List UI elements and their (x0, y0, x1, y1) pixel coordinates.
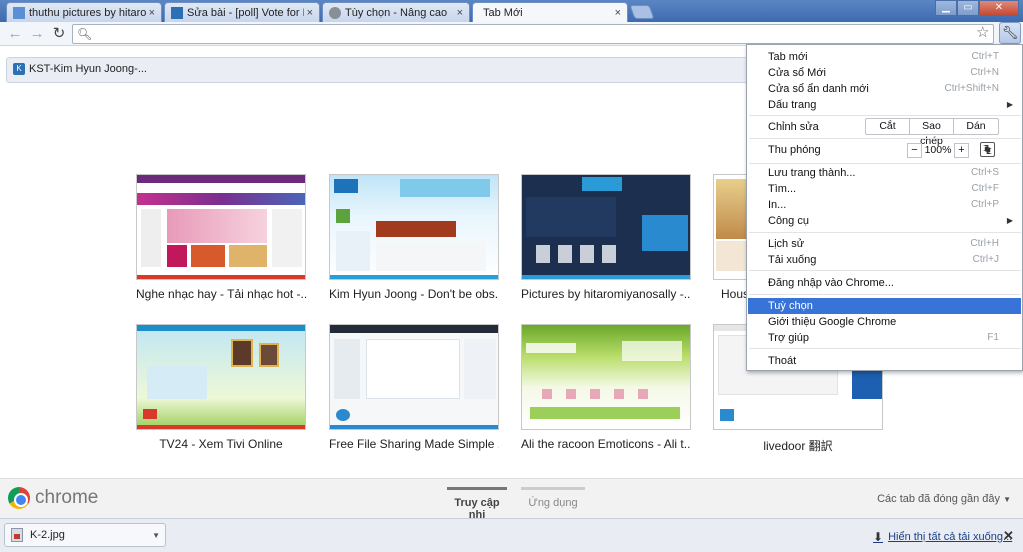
close-icon[interactable]: ✕ (1003, 528, 1014, 544)
copy-button[interactable]: Sao chép (910, 119, 954, 147)
tab-new-tab[interactable]: Tab Mới × (472, 2, 628, 22)
thumbnail-image (136, 324, 306, 430)
thumbnail-image (521, 324, 691, 430)
image-file-icon (11, 528, 23, 542)
menu-item-save-page[interactable]: Lưu trang thành... Ctrl+S (748, 165, 1021, 181)
zoom-out-button[interactable]: − (907, 142, 922, 158)
close-tab-icon[interactable]: × (149, 7, 155, 19)
maximize-icon[interactable]: ▭ (957, 0, 979, 16)
most-visited-tile[interactable]: Ali the racoon Emoticons - Ali t... (521, 324, 691, 451)
menu-item-tools[interactable]: Công cụ ▶ (748, 213, 1021, 229)
menu-separator (749, 232, 1021, 233)
edit-button-group: Cắt Sao chép Dán (865, 118, 999, 147)
recently-closed-menu[interactable]: Các tab đã đóng gần đây ▼ (877, 493, 1011, 505)
download-item[interactable]: K-2.jpg ▼ (4, 523, 166, 547)
tab-settings-advanced[interactable]: Tùy chọn - Nâng cao × (322, 2, 470, 22)
menu-item-downloads[interactable]: Tải xuống Ctrl+J (748, 252, 1021, 268)
tab-strip: thuthu pictures by hitaromiyanosally × S… (0, 0, 1023, 22)
menu-item-help[interactable]: Trợ giúp F1 (748, 330, 1021, 346)
menu-item-history[interactable]: Lịch sử Ctrl+H (748, 236, 1021, 252)
thumbnail-image (329, 174, 499, 280)
most-visited-tile[interactable]: Pictures by hitaromiyanosally -... (521, 174, 691, 301)
unselected-indicator (521, 487, 585, 490)
photobucket-favicon-icon (13, 6, 25, 19)
menu-item-new-window[interactable]: Cửa sổ Mới Ctrl+N (748, 65, 1021, 81)
thumbnail-image (329, 324, 499, 430)
menu-separator (749, 294, 1021, 295)
menu-item-new-tab[interactable]: Tab mới Ctrl+T (748, 49, 1021, 65)
menu-item-exit[interactable]: Thoát (748, 353, 1021, 369)
most-visited-tile[interactable]: Free File Sharing Made Simple ... (329, 324, 499, 451)
menu-separator (749, 163, 1021, 164)
menu-item-bookmarks[interactable]: Dấu trang ▶ (748, 97, 1021, 113)
omnibox[interactable]: 🔍︎ (72, 24, 994, 44)
window-controls: ▁ ▭ ✕ (935, 0, 1019, 16)
address-input[interactable] (73, 25, 993, 43)
zoom-controls: − 100% + (907, 142, 969, 158)
wrench-menu: Tab mới Ctrl+T Cửa sổ Mới Ctrl+N Cửa sổ … (746, 44, 1023, 371)
show-all-downloads-link[interactable]: ⬇ Hiển thị tất cả tải xuống... (873, 530, 1012, 544)
close-tab-icon[interactable]: × (307, 7, 313, 19)
chrome-logo: chrome (8, 487, 98, 509)
chevron-down-icon[interactable]: ▼ (152, 531, 160, 540)
chevron-down-icon: ▼ (1003, 495, 1011, 504)
menu-item-sign-in[interactable]: Đăng nhập vào Chrome... (748, 275, 1021, 291)
tab-thuthu-pictures[interactable]: thuthu pictures by hitaromiyanosally × (6, 2, 162, 22)
forward-arrow-icon[interactable]: → (28, 25, 46, 43)
wrench-favicon-icon (329, 6, 341, 19)
most-visited-tile[interactable]: TV24 - Xem Tivi Online (136, 324, 306, 451)
new-tab-footer: chrome Truy cập nhi Ứng dụng Các tab đã … (0, 478, 1023, 521)
selected-indicator (447, 487, 507, 490)
most-visited-tile[interactable]: Nghe nhạc hay - Tải nhạc hot -... (136, 174, 306, 301)
menu-item-find[interactable]: Tìm... Ctrl+F (748, 181, 1021, 197)
minimize-icon[interactable]: ▁ (935, 0, 957, 16)
download-arrow-icon: ⬇ (873, 530, 884, 544)
reload-icon[interactable]: ↻ (50, 25, 68, 43)
menu-item-print[interactable]: In... Ctrl+P (748, 197, 1021, 213)
search-icon: 🔍︎ (77, 27, 93, 41)
tab-edit-post[interactable]: Sửa bài - [poll] Vote for Kim Hyun Joong… (164, 2, 320, 22)
menu-item-about[interactable]: Giới thiệu Google Chrome (748, 314, 1021, 330)
fullscreen-icon[interactable] (980, 142, 995, 157)
menu-item-incognito[interactable]: Cửa sổ ẩn danh mới Ctrl+Shift+N (748, 81, 1021, 97)
bookmark-item[interactable]: K KST-Kim Hyun Joong-... (13, 63, 147, 75)
back-arrow-icon[interactable]: ← (6, 25, 24, 43)
close-window-icon[interactable]: ✕ (979, 0, 1019, 16)
most-visited-tile[interactable]: Kim Hyun Joong - Don't be obs... (329, 174, 499, 301)
thumbnail-image (136, 174, 306, 280)
new-tab-button[interactable] (629, 5, 655, 19)
thumbnail-image (713, 174, 747, 280)
submenu-arrow-icon: ▶ (1006, 100, 1013, 109)
paste-button[interactable]: Dán (954, 119, 998, 134)
tab-apps[interactable]: Ứng dụng (521, 487, 585, 509)
zoom-in-button[interactable]: + (954, 142, 969, 158)
menu-separator (749, 115, 1021, 116)
cut-button[interactable]: Cắt (866, 119, 910, 134)
submenu-arrow-icon: ▶ (1006, 216, 1013, 225)
most-visited-tile[interactable]: Hous (713, 174, 747, 301)
close-tab-icon[interactable]: × (457, 7, 463, 19)
thumbnail-image (521, 174, 691, 280)
menu-separator (749, 348, 1021, 349)
toolbar: ← → ↻ 🔍︎ ☆ (0, 22, 1023, 46)
forum-favicon-icon (171, 6, 183, 19)
zoom-level: 100% (924, 144, 952, 156)
wrench-menu-button[interactable]: 🔧︎ (999, 22, 1021, 44)
wrench-icon: 🔧︎ (1001, 25, 1019, 40)
bookmark-star-icon[interactable]: ☆ (976, 25, 989, 41)
chrome-icon (8, 487, 30, 509)
download-shelf: K-2.jpg ▼ ⬇ Hiển thị tất cả tải xuống...… (0, 518, 1023, 552)
menu-item-settings[interactable]: Tuỳ chọn (748, 298, 1021, 314)
menu-separator (749, 270, 1021, 271)
close-tab-icon[interactable]: × (615, 7, 621, 19)
menu-separator (749, 138, 1021, 139)
tab-most-visited[interactable]: Truy cập nhi (447, 487, 507, 521)
shield-favicon-icon: K (13, 63, 25, 75)
